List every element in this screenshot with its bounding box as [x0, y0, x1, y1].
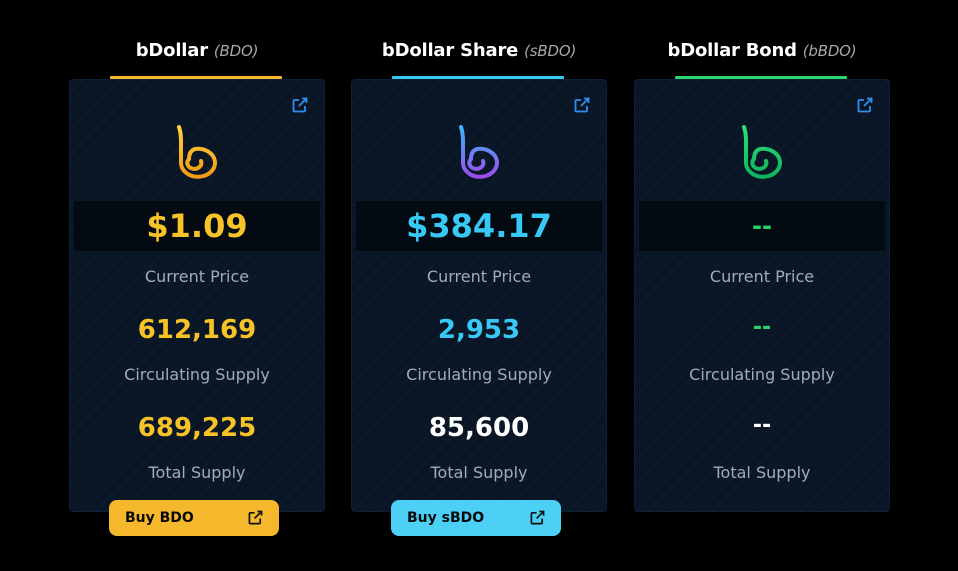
- circulating-supply-value: 612,169: [137, 315, 257, 345]
- current-price-label: Current Price: [144, 267, 250, 286]
- total-supply-value: --: [752, 413, 772, 438]
- bdollar-share-logo-icon: [459, 125, 499, 179]
- total-supply-label: Total Supply: [430, 463, 528, 482]
- token-card-bbdo: -- Current Price -- Circulating Supply -…: [634, 79, 890, 512]
- external-link-icon: [248, 510, 263, 525]
- buy-button-label: Buy BDO: [125, 510, 194, 526]
- circulating-supply-value: --: [752, 315, 772, 340]
- total-supply-value: 85,600: [428, 413, 530, 443]
- token-card-bdo: $1.09 Current Price 612,169 Circulating …: [69, 79, 325, 536]
- total-supply-label: Total Supply: [713, 463, 811, 482]
- external-link-icon[interactable]: [574, 97, 590, 113]
- token-title: bDollar Share (sBDO): [351, 40, 607, 61]
- total-supply-label: Total Supply: [148, 463, 246, 482]
- external-link-icon: [530, 510, 545, 525]
- circulating-supply-label: Circulating Supply: [406, 365, 552, 384]
- current-price-label: Current Price: [426, 267, 532, 286]
- total-supply-value: 689,225: [137, 413, 257, 443]
- current-price-value: $1.09: [74, 201, 320, 251]
- token-ticker: (sBDO): [524, 42, 577, 60]
- token-title: bDollar Bond (bBDO): [634, 40, 890, 61]
- token-name: bDollar: [135, 40, 208, 61]
- current-price-value: $384.17: [356, 201, 602, 251]
- token-name: bDollar Share: [381, 40, 519, 61]
- circulating-supply-label: Circulating Supply: [689, 365, 835, 384]
- circulating-supply-value: 2,953: [437, 315, 521, 345]
- circulating-supply-label: Circulating Supply: [124, 365, 270, 384]
- token-title: bDollar (BDO): [69, 40, 325, 61]
- bdollar-logo-icon: [177, 125, 217, 179]
- external-link-icon[interactable]: [292, 97, 308, 113]
- current-price-label: Current Price: [709, 267, 815, 286]
- external-link-icon[interactable]: [857, 97, 873, 113]
- current-price-value: --: [639, 201, 885, 251]
- buy-sbdo-button[interactable]: Buy sBDO: [391, 500, 561, 536]
- buy-button-label: Buy sBDO: [407, 510, 485, 526]
- token-ticker: (BDO): [213, 42, 259, 60]
- token-ticker: (bBDO): [802, 42, 857, 60]
- bdollar-bond-logo-icon: [742, 125, 782, 179]
- token-name: bDollar Bond: [667, 40, 797, 61]
- buy-bdo-button[interactable]: Buy BDO: [109, 500, 279, 536]
- token-card-sbdo: $384.17 Current Price 2,953 Circulating …: [351, 79, 607, 536]
